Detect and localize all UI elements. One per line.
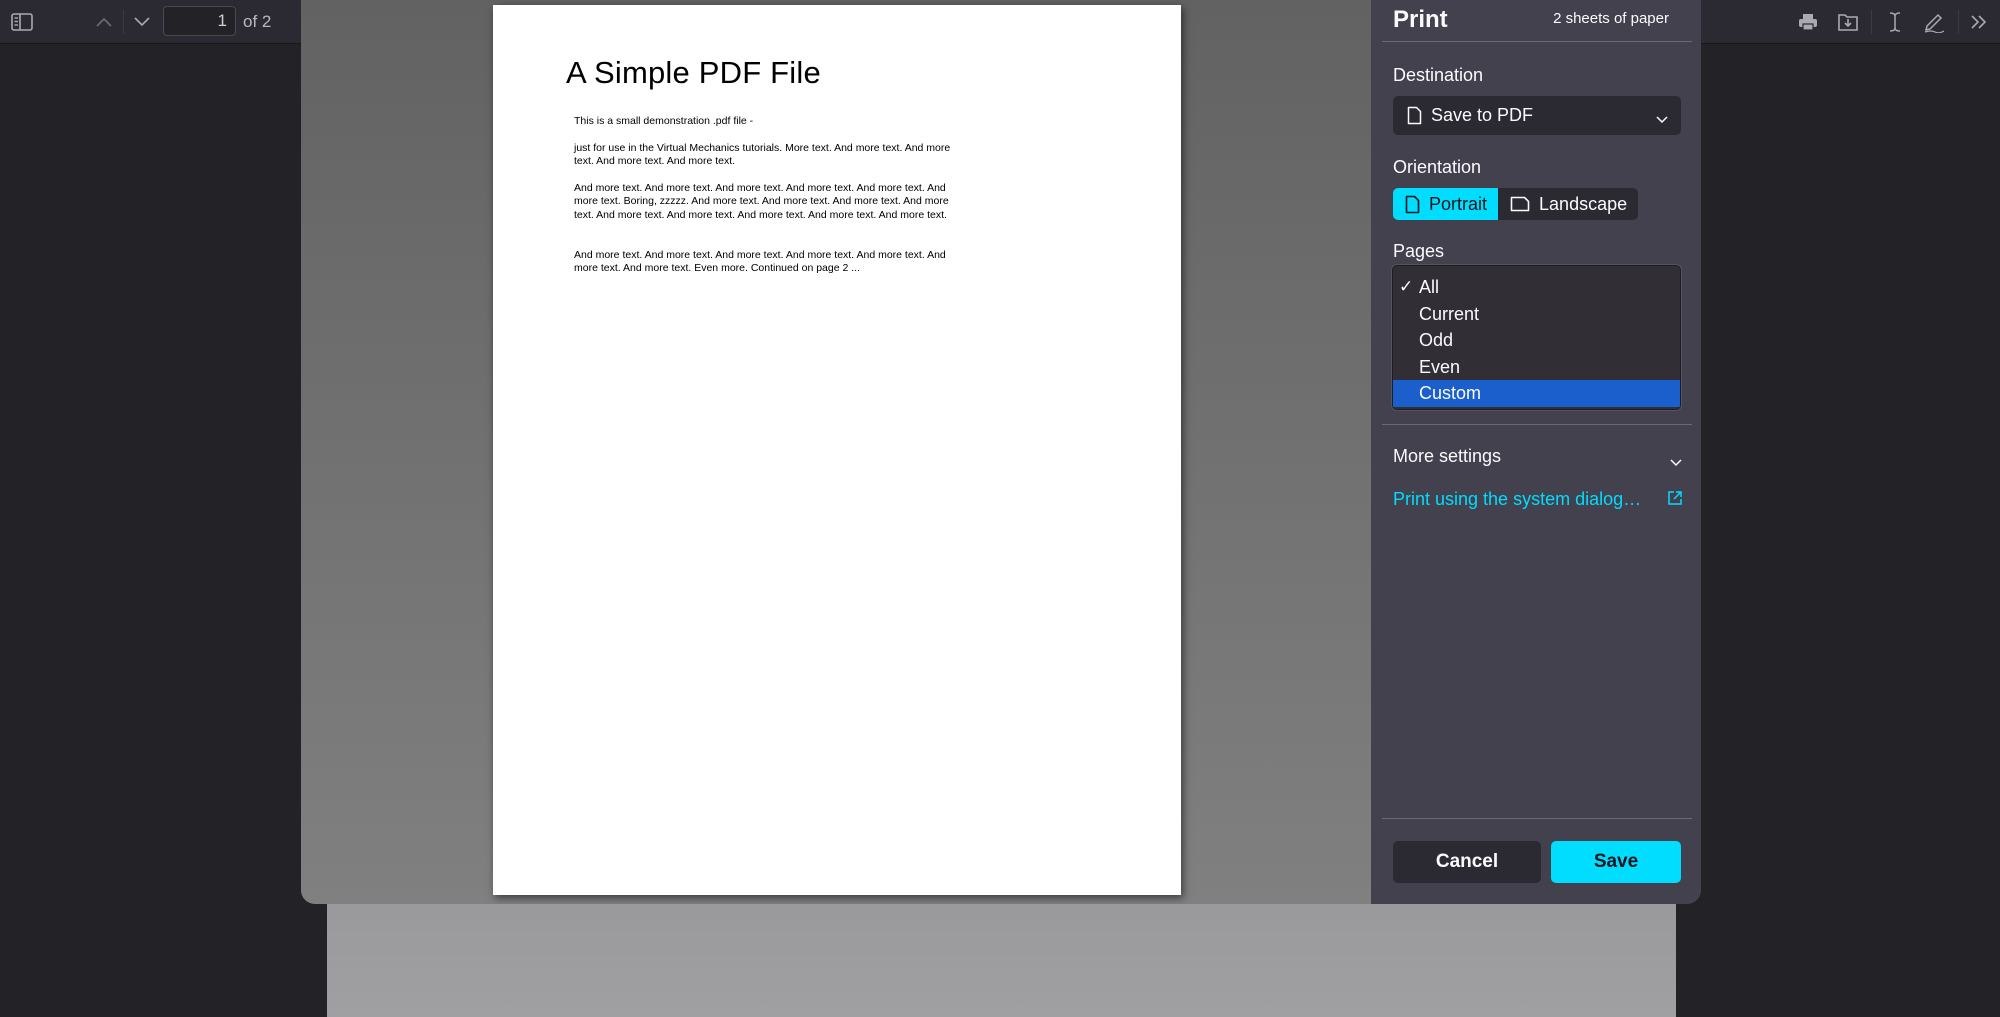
- print-title: Print: [1393, 6, 1448, 33]
- print-preview-area: A Simple PDF File This is a small demons…: [301, 0, 1371, 904]
- pages-option-label: All: [1419, 277, 1440, 297]
- more-settings-label: More settings: [1393, 446, 1502, 466]
- landscape-label: Landscape: [1539, 193, 1628, 214]
- save-button[interactable]: Save: [1551, 841, 1681, 883]
- orientation-toggle: Portrait Landscape: [1393, 188, 1639, 220]
- orientation-portrait-button[interactable]: Portrait: [1393, 188, 1499, 220]
- pages-option-label: Odd: [1419, 330, 1454, 350]
- pages-option-current[interactable]: Current: [1393, 301, 1680, 328]
- pages-option-all[interactable]: ✓ All: [1393, 274, 1680, 301]
- divider: [1382, 818, 1692, 819]
- document-title: A Simple PDF File: [566, 55, 821, 90]
- checkmark-icon: ✓: [1399, 277, 1414, 296]
- text-cursor-icon[interactable]: [1883, 10, 1907, 34]
- pages-option-label: Custom: [1419, 383, 1482, 403]
- pages-dropdown-list: ✓ All Current Odd Even Custom: [1392, 265, 1681, 410]
- pages-option-label: Even: [1419, 356, 1461, 377]
- print-icon[interactable]: [1796, 10, 1820, 34]
- print-preview-page: A Simple PDF File This is a small demons…: [493, 5, 1181, 895]
- divider: [1382, 424, 1692, 425]
- divider: [1382, 41, 1692, 42]
- tools-menu-icon[interactable]: [1967, 10, 1991, 34]
- print-settings-panel: Print 2 sheets of paper Destination Save…: [1371, 0, 1701, 904]
- more-settings-toggle[interactable]: More settings: [1393, 446, 1683, 467]
- document-paragraph: This is a small demonstration .pdf file …: [574, 115, 754, 127]
- pages-option-even[interactable]: Even: [1393, 354, 1680, 381]
- page-number-input[interactable]: 1: [163, 6, 236, 36]
- draw-icon[interactable]: [1922, 10, 1946, 34]
- orientation-landscape-button[interactable]: Landscape: [1498, 188, 1638, 220]
- next-page-icon[interactable]: [130, 10, 154, 34]
- pages-option-custom[interactable]: Custom: [1393, 380, 1680, 407]
- save-icon[interactable]: [1836, 10, 1860, 34]
- document-paragraph: And more text. And more text. And more t…: [574, 249, 946, 275]
- sidebar-toggle-icon[interactable]: [10, 10, 34, 34]
- cancel-button[interactable]: Cancel: [1393, 841, 1541, 883]
- chevron-down-icon: [1669, 451, 1683, 472]
- document-icon: [1407, 106, 1422, 125]
- document-paragraph: just for use in the Virtual Mechanics tu…: [574, 142, 951, 168]
- destination-value: Save to PDF: [1431, 105, 1534, 125]
- pages-option-label: Current: [1419, 303, 1480, 324]
- pages-option-odd[interactable]: Odd: [1393, 327, 1680, 354]
- external-link-icon: [1667, 490, 1683, 511]
- landscape-page-icon: [1510, 196, 1530, 212]
- pages-label: Pages: [1393, 241, 1445, 261]
- chevron-down-icon: [1655, 108, 1669, 129]
- print-dialog: A Simple PDF File This is a small demons…: [301, 0, 1701, 904]
- toolbar-separator: [1871, 10, 1872, 34]
- portrait-label: Portrait: [1429, 193, 1488, 214]
- toolbar-separator: [123, 10, 124, 34]
- destination-label: Destination: [1393, 65, 1484, 85]
- document-paragraph: And more text. And more text. And more t…: [574, 182, 949, 221]
- toolbar-separator: [1958, 10, 1959, 34]
- system-dialog-label: Print using the system dialog…: [1393, 489, 1642, 509]
- page-total-label: of 2: [243, 12, 272, 31]
- portrait-page-icon: [1405, 195, 1420, 214]
- system-dialog-link[interactable]: Print using the system dialog…: [1393, 489, 1683, 510]
- destination-select[interactable]: Save to PDF: [1393, 96, 1681, 135]
- orientation-label: Orientation: [1393, 157, 1482, 177]
- previous-page-icon[interactable]: [92, 10, 116, 34]
- sheets-count: 2 sheets of paper: [1553, 10, 1669, 27]
